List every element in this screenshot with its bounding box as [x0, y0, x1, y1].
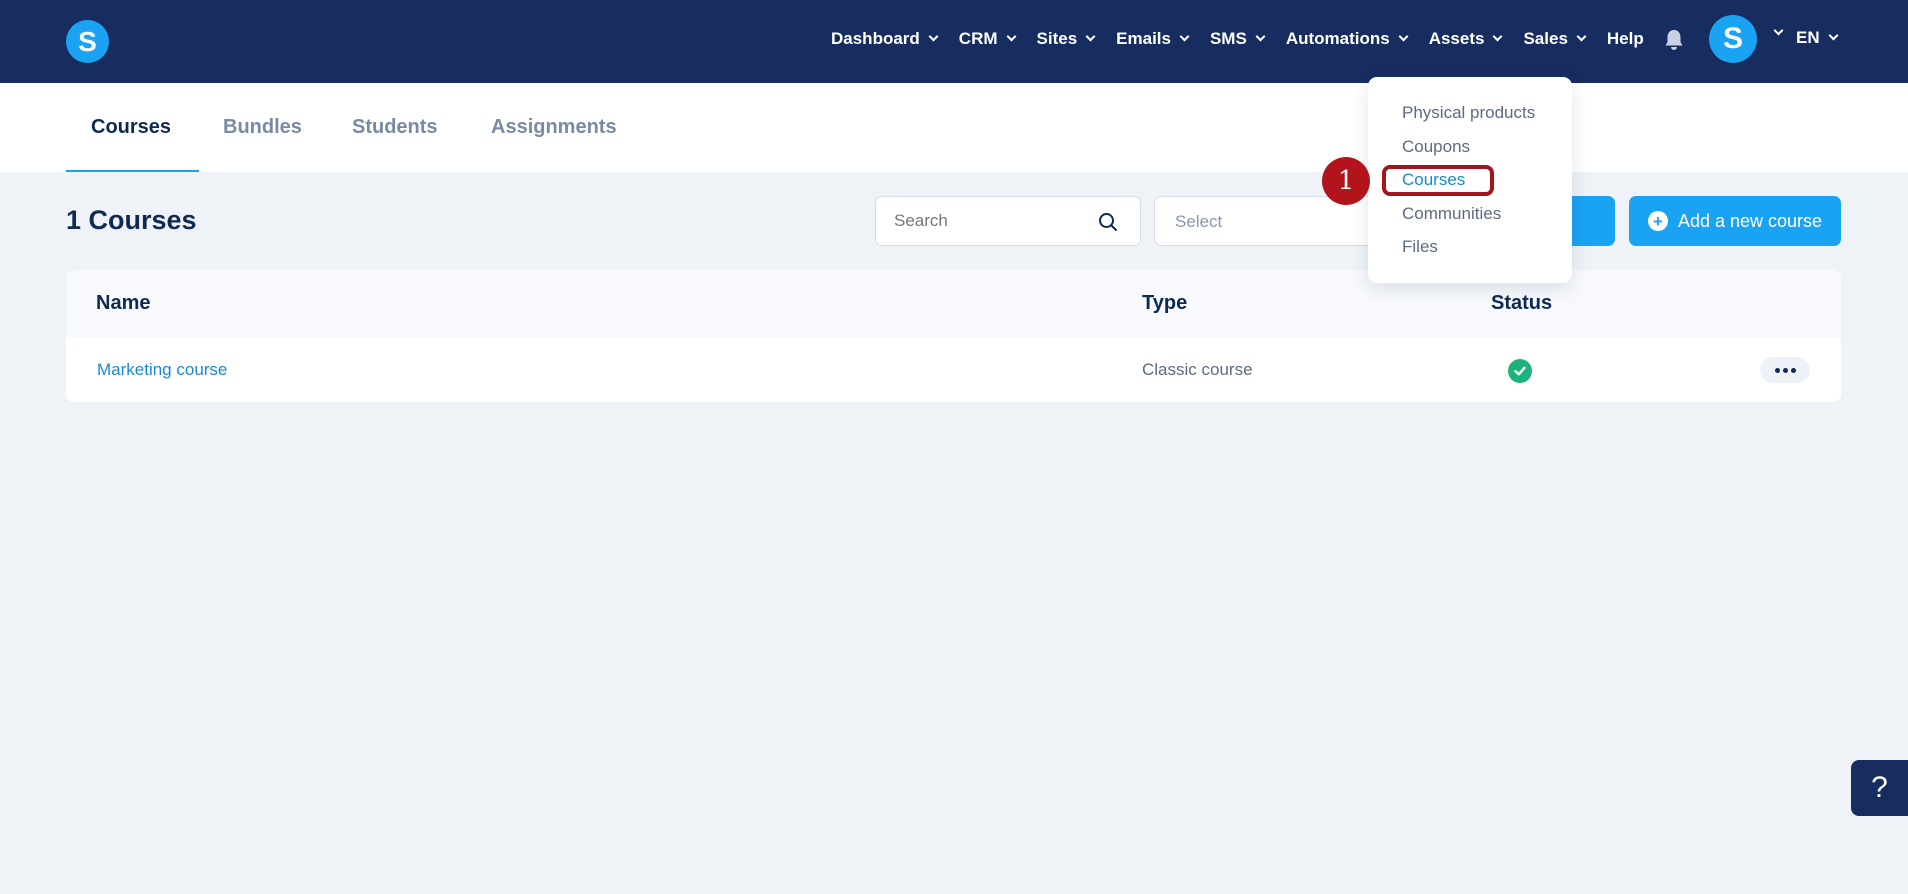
- add-course-label: Add a new course: [1677, 210, 1823, 231]
- dot-icon: [1782, 367, 1788, 373]
- search-input[interactable]: [894, 211, 1094, 231]
- courses-table: Name Type Status Marketing course Classi…: [66, 270, 1841, 402]
- active-tab-indicator: [66, 170, 199, 172]
- tab-bundles[interactable]: Bundles: [223, 83, 302, 172]
- nav-item-label: Emails: [1116, 29, 1171, 48]
- bell-icon[interactable]: [1664, 29, 1684, 51]
- nav-item-sales[interactable]: Sales: [1523, 29, 1587, 49]
- table-header: Name Type Status: [66, 270, 1841, 338]
- menu-item-files[interactable]: Files: [1402, 237, 1438, 257]
- main-nav: Dashboard CRM Sites Emails SMS Automatio…: [831, 0, 1666, 78]
- course-name-link[interactable]: Marketing course: [97, 360, 227, 380]
- nav-item-help[interactable]: Help: [1607, 29, 1644, 49]
- language-label: EN: [1796, 28, 1820, 47]
- nav-item-emails[interactable]: Emails: [1116, 29, 1190, 49]
- column-header-name[interactable]: Name: [96, 292, 150, 315]
- nav-item-label: SMS: [1209, 29, 1247, 48]
- language-selector[interactable]: EN: [1796, 28, 1839, 48]
- add-course-button[interactable]: + Add a new course: [1629, 196, 1841, 246]
- column-header-status[interactable]: Status: [1491, 292, 1552, 315]
- check-circle-icon: [1508, 359, 1532, 383]
- chevron-down-icon: [1576, 31, 1587, 42]
- nav-item-label: Help: [1606, 29, 1644, 48]
- nav-item-sites[interactable]: Sites: [1036, 29, 1096, 49]
- nav-item-label: Sales: [1523, 29, 1568, 48]
- nav-item-automations[interactable]: Automations: [1285, 29, 1409, 49]
- avatar[interactable]: S: [1709, 15, 1757, 63]
- step-badge: 1: [1322, 157, 1370, 205]
- tab-assignments[interactable]: Assignments: [491, 83, 617, 172]
- dot-icon: [1774, 367, 1780, 373]
- chevron-down-icon: [1179, 31, 1190, 42]
- tabs-bar: Courses Bundles Students Assignments: [0, 83, 1908, 172]
- page-title: 1 Courses: [66, 205, 197, 235]
- chevron-down-icon: [1828, 30, 1839, 41]
- chevron-down-icon: [1006, 31, 1016, 42]
- nav-item-label: Sites: [1036, 29, 1078, 48]
- nav-item-label: CRM: [958, 29, 998, 48]
- tab-students[interactable]: Students: [352, 83, 438, 172]
- chevron-down-icon: [1493, 31, 1503, 42]
- nav-item-label: Dashboard: [831, 29, 920, 48]
- chevron-down-icon: [1255, 31, 1266, 42]
- highlight-box: [1382, 165, 1494, 196]
- select-placeholder: Select: [1175, 212, 1223, 231]
- top-navbar: S Dashboard CRM Sites Emails SMS Automat…: [0, 0, 1908, 83]
- menu-item-physical-products[interactable]: Physical products: [1402, 103, 1535, 123]
- course-type: Classic course: [1142, 360, 1253, 379]
- chevron-down-icon: [1085, 31, 1096, 42]
- chevron-down-icon: [928, 31, 939, 42]
- table-row: Marketing course Classic course: [66, 338, 1841, 402]
- nav-item-assets[interactable]: Assets: [1428, 29, 1503, 49]
- help-button[interactable]: ?: [1851, 760, 1908, 816]
- dot-icon: [1790, 367, 1796, 373]
- nav-item-dashboard[interactable]: Dashboard: [831, 29, 939, 49]
- menu-item-communities[interactable]: Communities: [1402, 204, 1501, 224]
- menu-item-coupons[interactable]: Coupons: [1402, 137, 1470, 157]
- plus-circle-icon: +: [1647, 211, 1668, 231]
- chevron-down-icon: [1398, 31, 1409, 42]
- app-logo[interactable]: S: [66, 20, 109, 63]
- nav-item-crm[interactable]: CRM: [958, 29, 1016, 49]
- column-header-type[interactable]: Type: [1142, 292, 1187, 315]
- chevron-down-icon[interactable]: [1773, 25, 1784, 36]
- search-icon[interactable]: [1098, 212, 1118, 232]
- search-box[interactable]: [875, 196, 1141, 246]
- nav-item-label: Automations: [1285, 29, 1390, 48]
- tab-courses[interactable]: Courses: [91, 83, 171, 172]
- nav-item-label: Assets: [1428, 29, 1485, 48]
- nav-item-sms[interactable]: SMS: [1209, 29, 1266, 49]
- more-options-button[interactable]: [1760, 357, 1810, 383]
